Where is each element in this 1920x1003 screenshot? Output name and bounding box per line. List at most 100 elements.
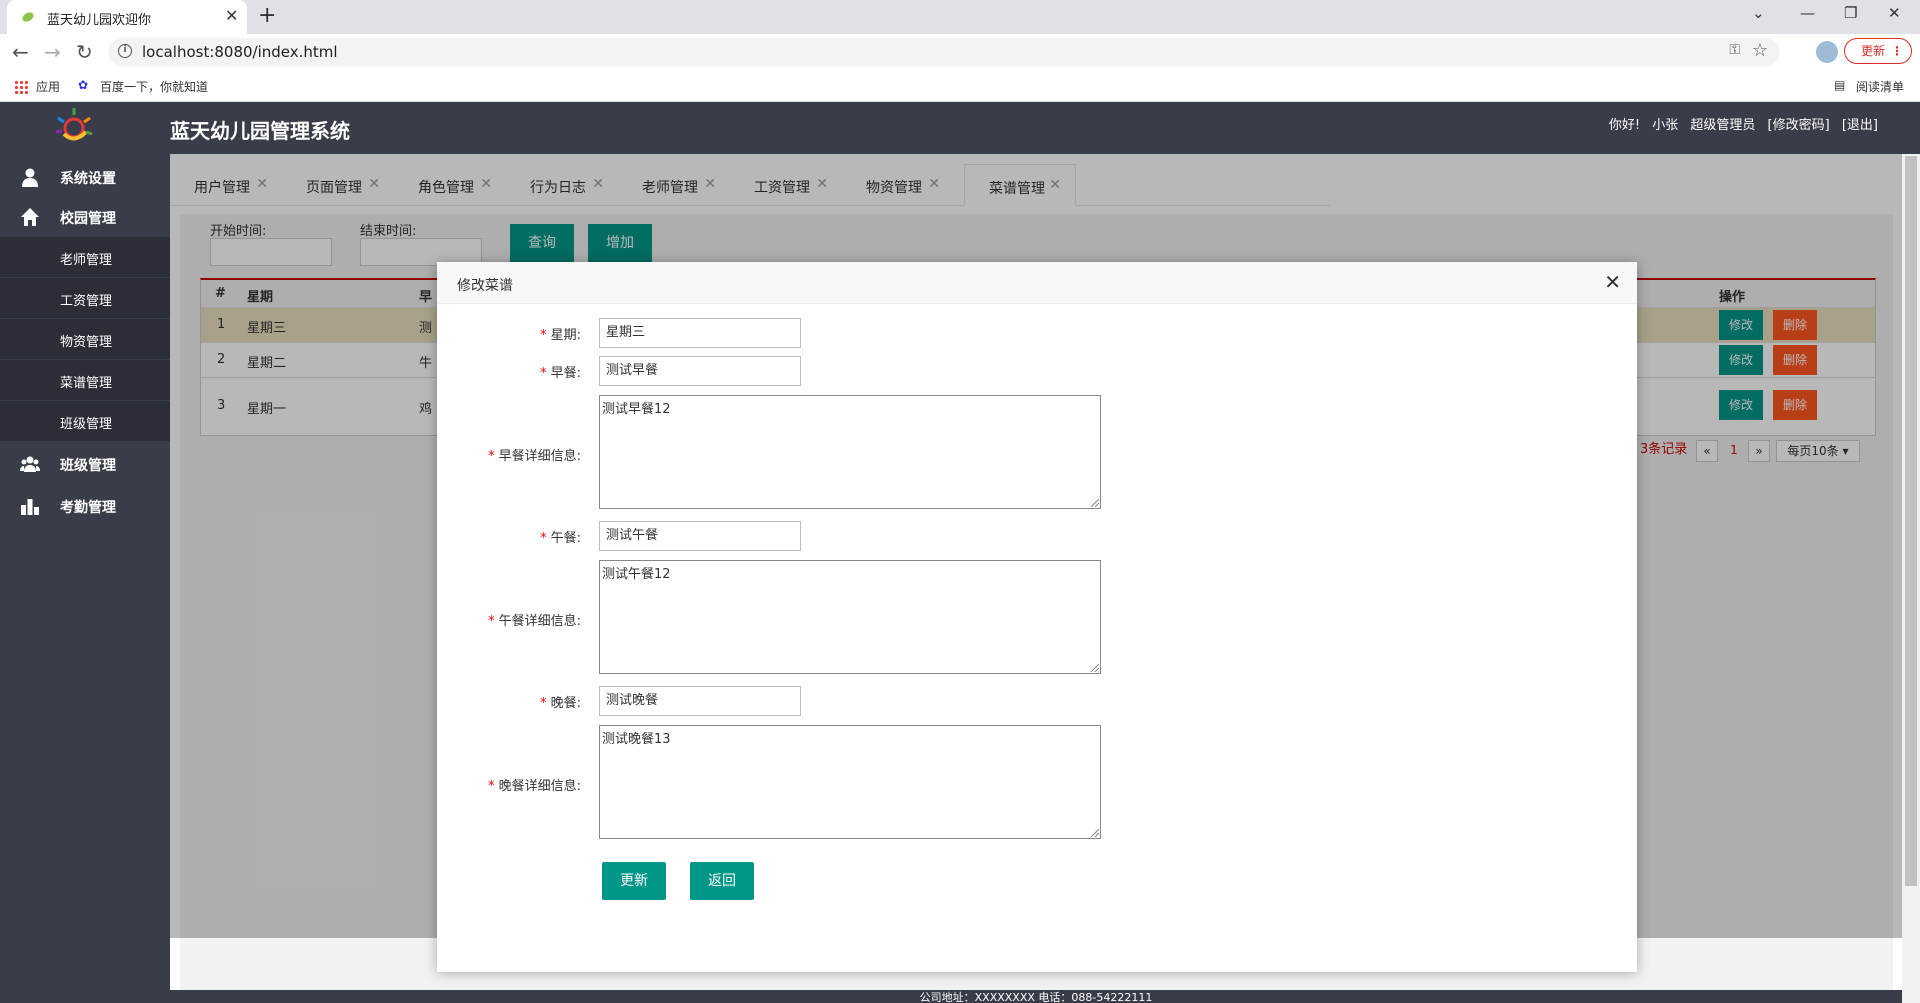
- sidebar-sub-supplies[interactable]: 物资管理: [0, 319, 170, 360]
- weekday-label: * 星期:: [540, 324, 581, 343]
- address-bar: ← → ↻ i localhost:8080/index.html ⚿ ☆: [0, 34, 1920, 70]
- baidu-paw-icon: ✿: [78, 78, 89, 92]
- browser-tab-title: 蓝天幼儿园欢迎你: [47, 13, 152, 28]
- browser-tab[interactable]: 蓝天幼儿园欢迎你 ✕: [7, 0, 247, 34]
- required-mark: *: [488, 779, 495, 794]
- sidebar-item-label: 考勤管理: [60, 500, 116, 516]
- menu-dots-icon[interactable]: ⋮: [1891, 39, 1903, 63]
- tab-search-icon[interactable]: ⌄: [1752, 4, 1765, 22]
- sidebar-sub-label: 工资管理: [60, 294, 113, 309]
- close-tab-icon[interactable]: ✕: [225, 6, 238, 25]
- kindergarten-logo-icon: [55, 108, 93, 141]
- update-button[interactable]: 更新 ⋮: [1844, 38, 1912, 64]
- dinner-input[interactable]: 测试晚餐: [599, 686, 801, 716]
- key-icon[interactable]: ⚿: [1729, 42, 1740, 58]
- sidebar-sub-classes[interactable]: 班级管理: [0, 401, 170, 442]
- breakfast-detail-textarea[interactable]: 测试早餐12: [599, 395, 1101, 509]
- change-password-link[interactable]: [修改密码]: [1768, 118, 1830, 133]
- breakfast-input[interactable]: 测试早餐: [599, 356, 801, 386]
- reading-list-label[interactable]: 阅读清单: [1856, 78, 1904, 95]
- page-scrollbar[interactable]: [1902, 154, 1920, 1003]
- label-text: 晚餐详细信息:: [498, 779, 581, 794]
- update-submit-button[interactable]: 更新: [602, 862, 666, 900]
- close-window-icon[interactable]: ✕: [1888, 4, 1901, 22]
- bookmark-apps[interactable]: 应用: [36, 78, 60, 95]
- sidebar-item-system[interactable]: 系统设置: [0, 157, 170, 197]
- label-text: 午餐:: [550, 531, 581, 546]
- resize-grip-icon[interactable]: [1091, 664, 1099, 672]
- sidebar-item-campus[interactable]: 校园管理: [0, 197, 170, 237]
- logout-link[interactable]: [退出]: [1842, 118, 1878, 133]
- lunch-input[interactable]: 测试午餐: [599, 521, 801, 551]
- new-tab-icon[interactable]: +: [258, 3, 276, 28]
- user-role: 超级管理员: [1690, 118, 1756, 133]
- required-mark: *: [540, 696, 547, 711]
- leaf-favicon-icon: [22, 12, 34, 22]
- lunch-label: * 午餐:: [540, 527, 581, 546]
- sidebar-sub-label: 物资管理: [60, 335, 113, 350]
- back-button[interactable]: 返回: [690, 862, 754, 900]
- restore-icon[interactable]: ❐: [1844, 4, 1857, 22]
- profile-avatar[interactable]: [1816, 41, 1838, 63]
- edit-menu-dialog: 修改菜谱 ✕ * 星期: 星期三 * 早餐: 测试早餐 * 早餐详细信息: 测试早餐1…: [437, 262, 1637, 972]
- close-icon[interactable]: ✕: [1604, 270, 1621, 294]
- reload-icon[interactable]: ↻: [76, 40, 93, 64]
- sidebar-sub-salary[interactable]: 工资管理: [0, 278, 170, 319]
- resize-grip-icon[interactable]: [1091, 829, 1099, 837]
- bookmark-star-icon[interactable]: ☆: [1752, 40, 1768, 61]
- sidebar-item-label: 校园管理: [60, 211, 116, 227]
- omnibox[interactable]: i localhost:8080/index.html ⚿ ☆: [108, 38, 1780, 66]
- sidebar-item-label: 班级管理: [60, 458, 116, 474]
- scrollbar-thumb[interactable]: [1905, 156, 1917, 886]
- dinner-label: * 晚餐:: [540, 692, 581, 711]
- back-icon[interactable]: ←: [12, 40, 29, 64]
- sidebar-item-class[interactable]: 班级管理: [0, 444, 170, 484]
- sidebar-sub-teachers[interactable]: 老师管理: [0, 237, 170, 278]
- url-text: localhost:8080/index.html: [142, 43, 338, 61]
- user-name: 小张: [1652, 118, 1679, 133]
- home-icon: [21, 208, 39, 226]
- textarea-text: 测试午餐12: [602, 567, 671, 582]
- sidebar-item-label: 系统设置: [60, 171, 116, 187]
- dialog-title: 修改菜谱: [457, 278, 513, 294]
- system-title: 蓝天幼儿园管理系统: [170, 119, 350, 143]
- label-text: 星期:: [550, 328, 581, 343]
- site-info-icon[interactable]: i: [118, 44, 132, 58]
- bookmarks-bar: 应用 ✿ 百度一下，你就知道 ▤ 阅读清单: [0, 70, 1920, 102]
- bar-chart-icon: [21, 499, 39, 515]
- lunch-detail-textarea[interactable]: 测试午餐12: [599, 560, 1101, 674]
- forward-icon[interactable]: →: [44, 40, 61, 64]
- weekday-input[interactable]: 星期三: [599, 318, 801, 348]
- label-text: 晚餐:: [550, 696, 581, 711]
- dinner-detail-label: * 晚餐详细信息:: [488, 775, 581, 794]
- dinner-detail-textarea[interactable]: 测试晚餐13: [599, 725, 1101, 839]
- sidebar-sub-menu[interactable]: 菜谱管理: [0, 360, 170, 401]
- lunch-detail-label: * 午餐详细信息:: [488, 610, 581, 629]
- required-mark: *: [540, 328, 547, 343]
- required-mark: *: [488, 614, 495, 629]
- greeting: 你好!: [1608, 118, 1641, 133]
- required-mark: *: [488, 449, 495, 464]
- bookmark-baidu[interactable]: 百度一下，你就知道: [100, 78, 208, 95]
- update-label: 更新: [1861, 44, 1886, 58]
- group-icon: [20, 456, 40, 472]
- user-bar: 你好! 小张 超级管理员 [修改密码] [退出]: [1601, 114, 1878, 133]
- resize-grip-icon[interactable]: [1091, 499, 1099, 507]
- dialog-header: 修改菜谱 ✕: [437, 262, 1637, 304]
- sidebar-item-attendance[interactable]: 考勤管理: [0, 486, 170, 526]
- minimize-icon[interactable]: —: [1800, 4, 1815, 22]
- reading-list-icon[interactable]: ▤: [1834, 78, 1845, 92]
- footer: 公司地址：XXXXXXXX 电话：088-54222111: [170, 990, 1902, 1003]
- required-mark: *: [540, 366, 547, 381]
- user-icon: [22, 168, 38, 187]
- sidebar: 系统设置 校园管理 老师管理 工资管理 物资管理 菜谱管理 班级管理 班级管理 …: [0, 154, 170, 1003]
- required-mark: *: [540, 531, 547, 546]
- breakfast-label: * 早餐:: [540, 362, 581, 381]
- sidebar-sub-label: 老师管理: [60, 253, 113, 268]
- label-text: 早餐详细信息:: [498, 449, 581, 464]
- sidebar-sub-label: 班级管理: [60, 417, 113, 432]
- breakfast-detail-label: * 早餐详细信息:: [488, 445, 581, 464]
- label-text: 午餐详细信息:: [498, 614, 581, 629]
- sidebar-sub-label: 菜谱管理: [60, 376, 113, 391]
- apps-grid-icon[interactable]: [14, 80, 28, 94]
